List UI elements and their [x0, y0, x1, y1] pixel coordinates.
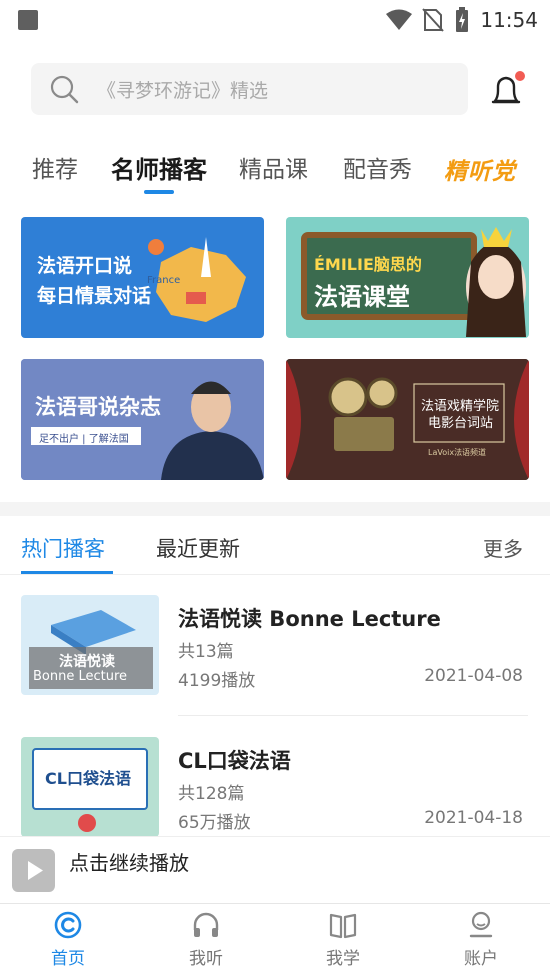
banner-tag: LaVoix法语频道	[428, 448, 487, 457]
podcast-title: CL口袋法语	[178, 749, 291, 773]
section-tabs: 热门播客 最近更新 更多	[0, 520, 550, 575]
banner-daily-dialogue[interactable]: 法语开口说 每日情景对话 France	[21, 217, 264, 338]
tab-hot-podcasts[interactable]: 热门播客	[21, 533, 105, 563]
home-icon	[54, 911, 82, 939]
search-icon	[50, 75, 79, 104]
headphones-icon	[193, 912, 219, 937]
cover-subtitle: Bonne Lecture	[33, 669, 128, 684]
more-link[interactable]: 更多	[483, 533, 523, 562]
banner-title-line2: 每日情景对话	[37, 285, 152, 307]
tab-dubbing-show[interactable]: 配音秀	[343, 150, 412, 184]
update-date: 2021-04-18	[424, 808, 523, 828]
tab-intensive-listening[interactable]: 精听党	[444, 152, 516, 186]
nav-label: 我听	[189, 949, 223, 969]
banner-movie-lines[interactable]: 法语戏精学院 电影台词站 LaVoix法语频道	[286, 359, 529, 480]
cover-title: 法语悦读	[59, 654, 115, 670]
book-icon	[329, 913, 357, 939]
banner-title-line1: ÉMILIE脑思的	[314, 255, 422, 274]
play-count: 4199播放	[178, 671, 256, 691]
tab-teacher-podcast[interactable]: 名师播客	[111, 150, 207, 185]
active-section-indicator	[21, 571, 113, 574]
battery-charging-icon	[456, 7, 469, 32]
tab-recommend[interactable]: 推荐	[32, 150, 78, 184]
search-input[interactable]: 《寻梦环游记》精选	[31, 63, 468, 115]
banner-title-line2: 电影台词站	[428, 416, 494, 431]
episode-count: 共13篇	[178, 642, 234, 662]
user-icon	[469, 911, 493, 938]
play-icon	[28, 861, 43, 880]
play-button[interactable]	[12, 849, 55, 892]
play-count: 65万播放	[178, 813, 251, 833]
nav-home[interactable]: 首页	[28, 910, 108, 974]
status-bar: 11:54	[0, 0, 550, 40]
update-date: 2021-04-08	[424, 666, 523, 686]
no-sim-icon	[422, 8, 445, 32]
list-divider	[178, 715, 528, 716]
cover-title: CL口袋法语	[45, 769, 131, 788]
banner-magazine[interactable]: 法语哥说杂志 足不出户 | 了解法国	[21, 359, 264, 480]
nav-account[interactable]: 账户	[441, 910, 521, 974]
banner-title-line1: 法语开口说	[37, 255, 133, 277]
episode-count: 共128篇	[178, 784, 245, 804]
bottom-nav: 首页 我听 我学 账户	[0, 903, 550, 977]
podcast-cover: CL口袋法语	[21, 737, 159, 837]
wifi-icon	[386, 9, 413, 30]
mini-player[interactable]: 点击继续播放	[0, 836, 550, 902]
podcast-cover: 法语悦读 Bonne Lecture	[21, 595, 159, 695]
nav-learn[interactable]: 我学	[303, 910, 383, 974]
continue-play-label: 点击继续播放	[69, 851, 189, 875]
notification-square-icon	[18, 10, 38, 30]
banner-emilie-course[interactable]: ÉMILIE脑思的 法语课堂	[286, 217, 529, 338]
nav-label: 我学	[326, 949, 360, 969]
section-divider	[0, 502, 550, 516]
status-icons: 11:54	[386, 6, 538, 34]
tab-recent-updates[interactable]: 最近更新	[156, 533, 240, 563]
bell-icon[interactable]	[487, 70, 527, 110]
nav-label: 账户	[464, 949, 498, 969]
banner-title-line2: 法语课堂	[314, 283, 410, 311]
banner-title-line1: 法语哥说杂志	[35, 395, 161, 419]
active-tab-indicator	[144, 190, 174, 194]
status-time: 11:54	[480, 8, 538, 32]
search-placeholder: 《寻梦环游记》精选	[97, 79, 269, 102]
banner-subtitle: 足不出户 | 了解法国	[39, 434, 129, 445]
banner-tag: France	[147, 275, 181, 286]
nav-listen[interactable]: 我听	[166, 910, 246, 974]
list-item[interactable]: 法语悦读 Bonne Lecture 法语悦读 Bonne Lecture 共1…	[0, 595, 550, 735]
tab-premium-course[interactable]: 精品课	[239, 150, 308, 184]
podcast-title: 法语悦读 Bonne Lecture	[178, 607, 441, 631]
nav-label: 首页	[51, 949, 85, 969]
